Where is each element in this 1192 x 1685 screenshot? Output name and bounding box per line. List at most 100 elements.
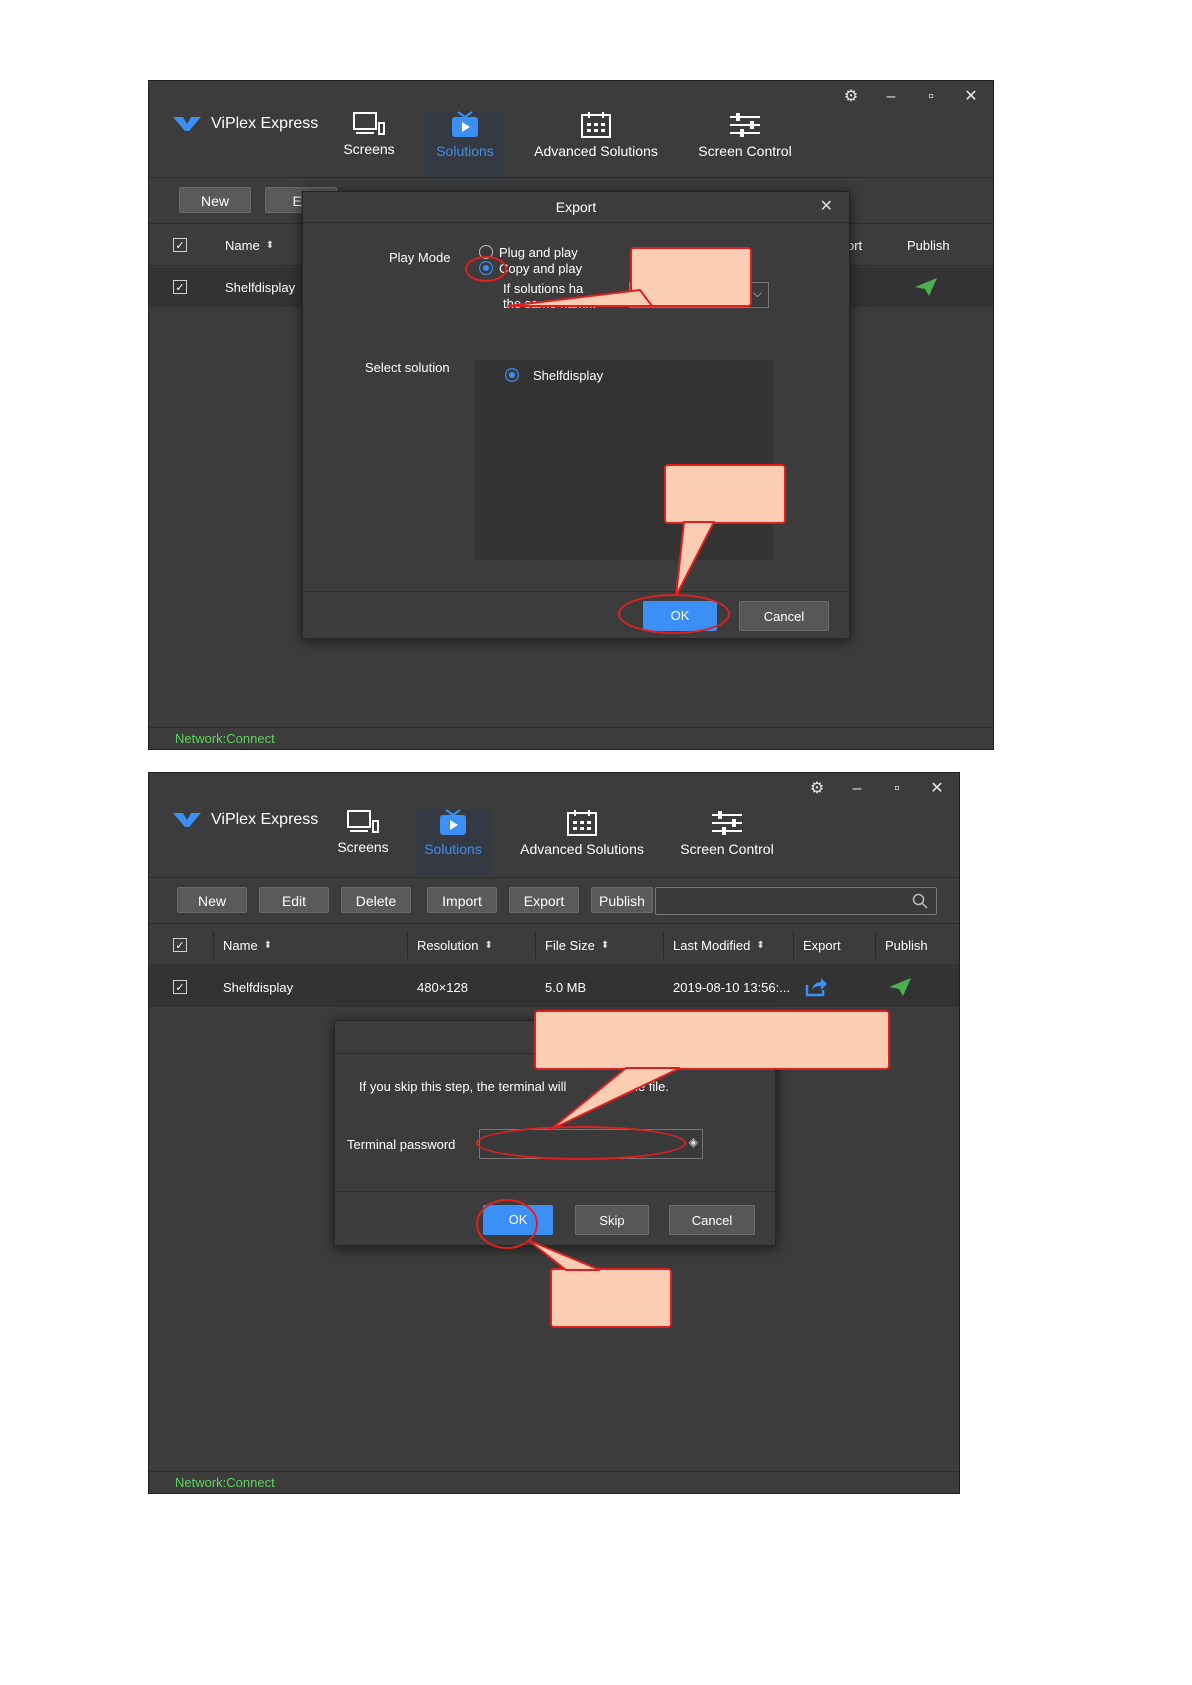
skip-warning-left: If you skip this step, the terminal will — [359, 1079, 567, 1094]
close-icon[interactable]: ✕ — [927, 779, 947, 799]
row-checkbox[interactable]: ✓ — [173, 967, 187, 1007]
app-title: ViPlex Express — [211, 115, 319, 132]
settings-icon[interactable]: ⚙ — [807, 779, 827, 799]
close-icon[interactable]: ✕ — [961, 87, 981, 107]
delete-button[interactable]: Delete — [341, 887, 411, 913]
callout-box — [550, 1268, 672, 1328]
top-bar: ⚙ – ▫ ✕ ViPlex Express Screens Solutions… — [149, 773, 959, 878]
callout-box — [630, 247, 752, 307]
viplex-logo-icon — [173, 117, 201, 131]
nav-solutions[interactable]: Solutions — [425, 111, 505, 177]
select-all-checkbox[interactable]: ✓ — [173, 225, 187, 265]
play-mode-label: Play Mode — [389, 250, 451, 265]
same-name-hint-1: If solutions ha — [503, 281, 584, 296]
dialog-divider — [303, 591, 849, 592]
radio-shelfdisplay[interactable] — [505, 368, 519, 382]
nav-screens[interactable]: Screens — [341, 111, 397, 177]
publish-icon[interactable] — [915, 267, 937, 307]
screens-icon — [353, 112, 385, 135]
header-name[interactable]: Name ⬍ — [225, 225, 274, 265]
same-name-hint-2: the same nam... — [503, 296, 597, 311]
select-all-checkbox[interactable]: ✓ — [173, 925, 187, 965]
sort-icon: ⬍ — [484, 939, 493, 951]
maximize-icon[interactable]: ▫ — [887, 779, 907, 799]
row-resolution: 480×128 — [417, 979, 468, 995]
screens-icon — [347, 810, 379, 833]
viplex-logo-icon — [173, 813, 201, 827]
skip-button[interactable]: Skip — [575, 1205, 649, 1235]
import-button[interactable]: Import — [427, 887, 497, 913]
nav-screen-control[interactable]: Screen Control — [679, 809, 775, 875]
header-publish: Publish — [885, 937, 928, 953]
table-header: ✓ Name ⬍ Resolution ⬍ File Size ⬍ Last Modi… — [149, 925, 959, 966]
header-name[interactable]: Name ⬍ — [223, 925, 272, 965]
nav-advanced-solutions-label: Advanced Solutions — [534, 143, 658, 159]
callout-box — [534, 1010, 890, 1070]
settings-icon[interactable]: ⚙ — [841, 87, 861, 107]
row-checkbox[interactable]: ✓ — [173, 267, 187, 307]
publish-icon[interactable] — [889, 967, 911, 1007]
header-resolution[interactable]: Resolution ⬍ — [417, 925, 493, 965]
edit-button[interactable]: Edit — [259, 887, 329, 913]
minimize-icon[interactable]: – — [881, 87, 901, 107]
calendar-icon — [581, 112, 611, 138]
nav-screens-label: Screens — [337, 839, 389, 855]
new-button[interactable]: New — [179, 187, 251, 213]
close-icon[interactable]: ✕ — [820, 192, 833, 222]
header-file-size[interactable]: File Size ⬍ — [545, 925, 609, 965]
copy-and-play-label: Copy and play — [499, 261, 583, 276]
nav-screen-control-label: Screen Control — [680, 841, 774, 857]
header-publish: Publish — [907, 237, 950, 253]
highlight-ring — [618, 594, 730, 634]
sort-icon: ⬍ — [756, 939, 765, 951]
cancel-button[interactable]: Cancel — [739, 601, 829, 631]
nav-advanced-solutions[interactable]: Advanced Solutions — [519, 809, 645, 875]
publish-button[interactable]: Publish — [591, 887, 653, 913]
search-icon — [912, 893, 928, 909]
new-button[interactable]: New — [177, 887, 247, 913]
top-bar: ⚙ – ▫ ✕ ViPlex Express Screens Solutions… — [149, 81, 993, 178]
eye-icon[interactable]: ◈ — [689, 1135, 698, 1149]
skip-warning-right: y the file. — [617, 1079, 670, 1094]
nav-advanced-solutions[interactable]: Advanced Solutions — [533, 111, 659, 177]
row-last-modified: 2019-08-10 13:56:... — [673, 979, 791, 995]
table-row[interactable]: ✓ Shelfdisplay 480×128 5.0 MB 2019-08-10… — [149, 967, 959, 1007]
dialog-divider — [335, 1191, 775, 1192]
highlight-ring — [465, 256, 507, 282]
nav-screen-control[interactable]: Screen Control — [697, 111, 793, 177]
nav-solutions[interactable]: Solutions — [415, 809, 491, 875]
export-button[interactable]: Export — [509, 887, 579, 913]
header-export: Export — [803, 937, 841, 953]
sliders-icon — [730, 113, 760, 137]
maximize-icon[interactable]: ▫ — [921, 87, 941, 107]
app-logo: ViPlex Express — [173, 115, 318, 133]
header-last-modified[interactable]: Last Modified ⬍ — [673, 925, 765, 965]
window-controls: ⚙ – ▫ ✕ — [841, 87, 981, 107]
sort-icon: ⬍ — [263, 939, 273, 951]
sort-icon: ⬍ — [600, 939, 610, 951]
window-controls: ⚙ – ▫ ✕ — [807, 779, 947, 799]
cancel-button[interactable]: Cancel — [669, 1205, 755, 1235]
export-dialog: Export ✕ Play Mode Plug and play Copy an… — [302, 191, 850, 639]
search-input[interactable] — [655, 887, 937, 915]
solutions-icon — [440, 809, 466, 835]
highlight-ring — [476, 1126, 686, 1160]
status-bar: Network:Connect — [149, 727, 993, 749]
export-icon[interactable] — [805, 967, 827, 1007]
minimize-icon[interactable]: – — [847, 779, 867, 799]
sliders-icon — [712, 811, 742, 835]
solution-list: Shelfdisplay — [475, 360, 773, 560]
nav-solutions-label: Solutions — [436, 143, 494, 159]
row-file-size: 5.0 MB — [545, 979, 587, 995]
sort-icon: ⬍ — [265, 239, 275, 251]
callout-box — [664, 464, 786, 524]
app-logo: ViPlex Express — [173, 811, 318, 829]
select-solution-label: Select solution — [365, 360, 450, 375]
row-name: Shelfdisplay — [225, 279, 296, 295]
toolbar: New Edit Delete Import Export Publish — [149, 879, 959, 924]
terminal-password-label: Terminal password — [347, 1137, 456, 1152]
plug-and-play-label: Plug and play — [499, 245, 578, 260]
nav-screens-label: Screens — [343, 141, 395, 157]
nav-screens[interactable]: Screens — [335, 809, 391, 875]
app-title: ViPlex Express — [211, 811, 319, 828]
